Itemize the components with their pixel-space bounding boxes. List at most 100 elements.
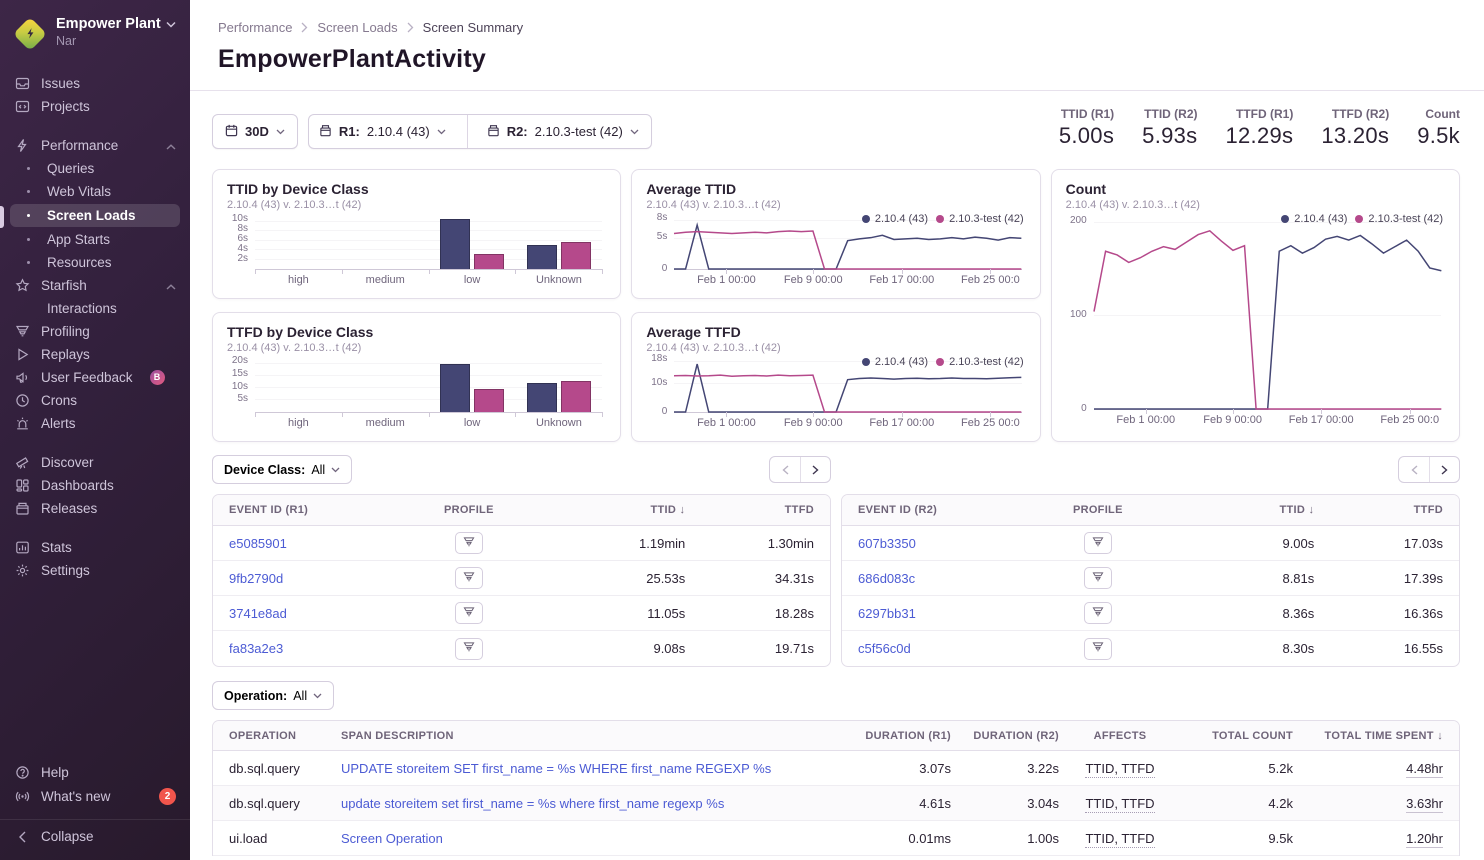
- sidebar-item-interactions[interactable]: Interactions: [0, 297, 190, 320]
- next-page-button[interactable]: [1429, 457, 1459, 482]
- device-class-filter-button[interactable]: Device Class:All: [212, 455, 352, 484]
- total-time-spent-link[interactable]: 4.48hr: [1406, 761, 1443, 778]
- legend-item[interactable]: 2.10.3-test (42): [1355, 213, 1443, 225]
- sidebar-item-app-starts[interactable]: App Starts: [0, 228, 190, 251]
- affects-value[interactable]: TTID, TTFD: [1085, 831, 1154, 848]
- sidebar-item-projects[interactable]: Projects: [0, 95, 190, 118]
- sidebar-item-dashboards[interactable]: Dashboards: [0, 474, 190, 497]
- event-id-link[interactable]: fa83a2e3: [229, 641, 283, 656]
- event-row: fa83a2e39.08s19.71s: [213, 631, 830, 666]
- date-range-button[interactable]: 30D: [212, 114, 298, 149]
- ttid-sort-header[interactable]: TTID ↓: [1150, 504, 1314, 516]
- chevron-down-icon: [437, 129, 446, 135]
- profile-button[interactable]: [1084, 602, 1112, 624]
- release-r2-button[interactable]: R2:2.10.3-test (42): [479, 124, 651, 140]
- event-id-link[interactable]: 686d083c: [858, 571, 915, 586]
- event-id-link[interactable]: 3741e8ad: [229, 606, 287, 621]
- duration-r1-value: 4.61s: [839, 796, 951, 811]
- sidebar-item-settings[interactable]: Settings: [0, 559, 190, 582]
- main-area: Performance Screen Loads Screen Summary …: [190, 0, 1484, 860]
- span-description-link[interactable]: update storeitem set first_name = %s whe…: [341, 796, 724, 811]
- sidebar-item-screen-loads[interactable]: Screen Loads: [10, 204, 180, 227]
- sidebar-item-user-feedback[interactable]: User Feedback B: [0, 366, 190, 389]
- lightning-icon: [14, 138, 30, 153]
- legend-item[interactable]: 2.10.3-test (42): [936, 213, 1024, 225]
- affects-value[interactable]: TTID, TTFD: [1085, 796, 1154, 813]
- ttid-value: 9.00s: [1150, 536, 1314, 551]
- r1-table-pager: [769, 456, 831, 483]
- siren-icon: [14, 416, 30, 431]
- org-switcher[interactable]: Empower Plant Nar: [0, 14, 190, 60]
- event-id-link[interactable]: 607b3350: [858, 536, 916, 551]
- next-page-button[interactable]: [800, 457, 830, 482]
- r2-events-table: EVENT ID (R2) PROFILE TTID ↓ TTFD 607b33…: [841, 494, 1460, 667]
- sidebar-item-alerts[interactable]: Alerts: [0, 412, 190, 435]
- sidebar-item-discover[interactable]: Discover: [0, 451, 190, 474]
- series-line-r1: [674, 225, 1021, 269]
- y-axis-tick: 8s: [657, 212, 668, 223]
- sidebar-item-help[interactable]: Help: [0, 761, 190, 784]
- prev-page-button[interactable]: [1399, 457, 1429, 482]
- sidebar-item-queries[interactable]: Queries: [0, 157, 190, 180]
- affects-value[interactable]: TTID, TTFD: [1085, 761, 1154, 778]
- x-axis-label: medium: [366, 417, 405, 429]
- sidebar-item-crons[interactable]: Crons: [0, 389, 190, 412]
- event-id-link[interactable]: c5f56c0d: [858, 641, 911, 656]
- sidebar-collapse-button[interactable]: Collapse: [0, 819, 190, 848]
- sidebar-item-whats-new[interactable]: What's new 2: [0, 784, 190, 809]
- sidebar-item-issues[interactable]: Issues: [0, 72, 190, 95]
- span-description-link[interactable]: UPDATE storeitem SET first_name = %s WHE…: [341, 761, 771, 776]
- span-description-link[interactable]: Screen Operation: [341, 831, 443, 846]
- bar-Unknown-r1: [527, 383, 557, 412]
- event-id-link[interactable]: 9fb2790d: [229, 571, 283, 586]
- ttid-value: 11.05s: [521, 606, 685, 621]
- event-id-link[interactable]: e5085901: [229, 536, 287, 551]
- span-row: db.sql.queryupdate storeitem set first_n…: [213, 786, 1459, 821]
- sidebar-item-web-vitals[interactable]: Web Vitals: [0, 180, 190, 203]
- sidebar-item-profiling[interactable]: Profiling: [0, 320, 190, 343]
- y-axis-tick: 0: [662, 406, 668, 417]
- ttid-value: 8.30s: [1150, 641, 1314, 656]
- prev-page-button[interactable]: [770, 457, 800, 482]
- chevron-up-icon: [166, 138, 176, 153]
- breadcrumb-performance[interactable]: Performance: [218, 20, 292, 35]
- y-axis-tick: 10s: [232, 381, 248, 392]
- total-time-spent-link[interactable]: 3.63hr: [1406, 796, 1443, 813]
- breadcrumb-screen-loads[interactable]: Screen Loads: [317, 20, 397, 35]
- archive-box-icon: [14, 501, 30, 516]
- profile-button[interactable]: [1084, 532, 1112, 554]
- stat-ttid-r2: TTID (R2)5.93s: [1142, 107, 1197, 149]
- ttid-device-class-plot: 2s4s6s8s10shighmediumlowUnknown: [227, 214, 606, 286]
- sidebar-item-stats[interactable]: Stats: [0, 536, 190, 559]
- profile-button[interactable]: [455, 602, 483, 624]
- legend-item[interactable]: 2.10.4 (43): [1281, 213, 1347, 225]
- profile-button[interactable]: [455, 567, 483, 589]
- sidebar-group-performance[interactable]: Performance: [0, 134, 190, 157]
- sidebar-item-releases[interactable]: Releases: [0, 497, 190, 520]
- profile-button[interactable]: [1084, 638, 1112, 660]
- sidebar-group-starfish[interactable]: Starfish: [0, 274, 190, 297]
- duration-r1-value: 3.07s: [839, 761, 951, 776]
- profiling-icon: [1092, 641, 1104, 656]
- stat-ttfd-r1: TTFD (R1)12.29s: [1225, 107, 1293, 149]
- profile-button[interactable]: [455, 638, 483, 660]
- legend-item[interactable]: 2.10.4 (43): [862, 213, 928, 225]
- legend-item[interactable]: 2.10.3-test (42): [936, 356, 1024, 368]
- operation-filter-button[interactable]: Operation:All: [212, 681, 334, 710]
- event-id-link[interactable]: 6297bb31: [858, 606, 916, 621]
- sidebar-item-replays[interactable]: Replays: [0, 343, 190, 366]
- ttfd-by-device-class-card: TTFD by Device Class 2.10.4 (43) v. 2.10…: [212, 312, 621, 442]
- y-axis-tick: 10s: [232, 213, 248, 224]
- event-row: 686d083c8.81s17.39s: [842, 561, 1459, 596]
- breadcrumb: Performance Screen Loads Screen Summary: [218, 20, 1456, 35]
- release-r1-button[interactable]: R1:2.10.4 (43): [309, 124, 456, 140]
- profile-button[interactable]: [455, 532, 483, 554]
- sidebar-item-resources[interactable]: Resources: [0, 251, 190, 274]
- profile-button[interactable]: [1084, 567, 1112, 589]
- y-axis-tick: 100: [1070, 309, 1087, 320]
- legend-item[interactable]: 2.10.4 (43): [862, 356, 928, 368]
- ttid-sort-header[interactable]: TTID ↓: [521, 504, 685, 516]
- total-time-spent-link[interactable]: 1.20hr: [1406, 831, 1443, 848]
- chevron-down-icon: [313, 693, 322, 699]
- time-spent-sort-header[interactable]: TOTAL TIME SPENT ↓: [1293, 730, 1443, 742]
